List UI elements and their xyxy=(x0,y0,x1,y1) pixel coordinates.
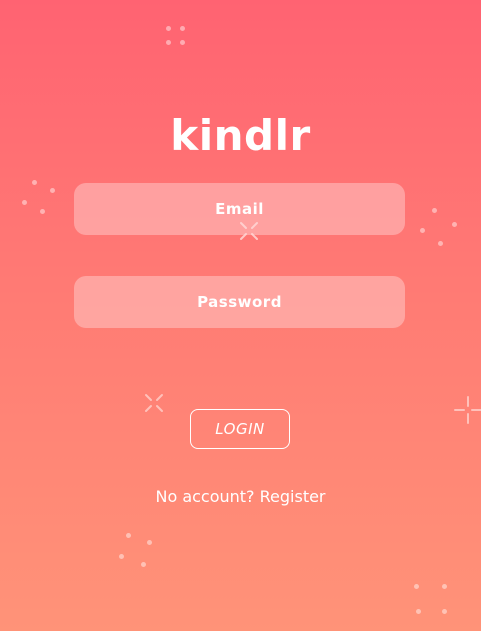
email-input[interactable] xyxy=(74,183,405,235)
dot-cluster-left-icon xyxy=(20,178,60,218)
dot-cluster-right-icon xyxy=(418,206,462,250)
register-link[interactable]: No account? Register xyxy=(0,487,481,506)
dot-cluster-top-icon xyxy=(164,24,188,48)
email-field-container xyxy=(74,183,405,235)
dot-cluster-bottom-right-icon xyxy=(412,582,452,622)
password-input[interactable] xyxy=(74,276,405,328)
login-button[interactable]: LOGIN xyxy=(190,409,290,449)
dot-cluster-bottom-left-icon xyxy=(116,531,156,571)
password-field-container xyxy=(74,276,405,328)
sparkle-x-left-icon xyxy=(145,394,163,412)
brand-logo-text: kindlr xyxy=(170,111,311,160)
sparkle-plus-icon xyxy=(454,396,481,424)
